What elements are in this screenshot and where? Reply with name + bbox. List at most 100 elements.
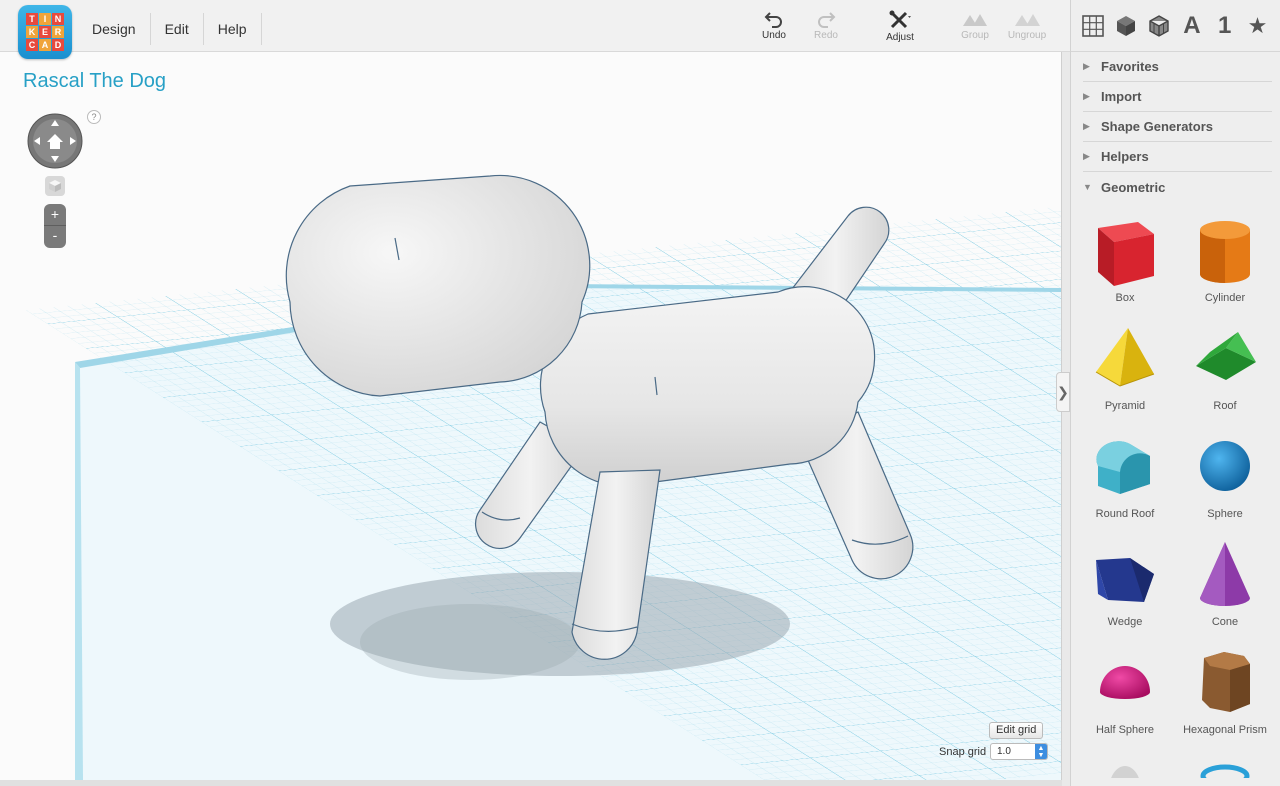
logo-letter: D bbox=[52, 39, 64, 51]
undo-icon bbox=[764, 12, 782, 28]
adjust-icon bbox=[889, 10, 911, 29]
pyramid-icon bbox=[1095, 328, 1155, 387]
menu-design[interactable]: Design bbox=[78, 13, 151, 45]
shape-pyramid[interactable]: Pyramid bbox=[1075, 316, 1175, 420]
shape-label: Hexagonal Prism bbox=[1183, 724, 1267, 736]
shape-label: Sphere bbox=[1207, 508, 1243, 520]
logo-letter: R bbox=[52, 26, 64, 38]
number-tool-icon[interactable]: 1 bbox=[1211, 12, 1239, 40]
caret-right-icon: ▶ bbox=[1083, 121, 1090, 131]
text-tool-icon[interactable]: A bbox=[1178, 12, 1206, 40]
adjust-label: Adjust bbox=[886, 32, 914, 43]
ortho-view-icon[interactable] bbox=[44, 175, 66, 197]
shape-round-roof[interactable]: Round Roof bbox=[1075, 424, 1175, 528]
shape-partial-row[interactable] bbox=[1175, 748, 1275, 778]
star-icon[interactable]: ★ bbox=[1244, 12, 1272, 40]
category-label: Helpers bbox=[1101, 149, 1149, 164]
sphere-icon bbox=[1200, 441, 1250, 491]
caret-down-icon: ▼ bbox=[1083, 182, 1092, 192]
round-roof-icon bbox=[1096, 441, 1150, 494]
hexagonal-prism-icon bbox=[1202, 652, 1250, 712]
solid-cube-icon[interactable] bbox=[1112, 12, 1140, 40]
logo-letter: I bbox=[39, 13, 51, 25]
shape-roof[interactable]: Roof bbox=[1175, 316, 1275, 420]
group-icon bbox=[963, 14, 987, 26]
zoom-control: + - bbox=[44, 204, 66, 248]
half-sphere-icon bbox=[1100, 666, 1150, 699]
design-title[interactable]: Rascal The Dog bbox=[23, 70, 166, 93]
logo-letter: C bbox=[26, 39, 38, 51]
collapse-panel-button[interactable]: ❯ bbox=[1056, 372, 1070, 412]
shape-label: Half Sphere bbox=[1095, 724, 1155, 736]
category-shape-generators[interactable]: ▶ Shape Generators bbox=[1083, 112, 1272, 142]
category-label: Import bbox=[1101, 89, 1142, 104]
wedge-icon bbox=[1096, 558, 1154, 602]
edit-grid-button[interactable]: Edit grid bbox=[989, 722, 1044, 739]
adjust-button[interactable]: Adjust bbox=[870, 10, 930, 43]
cone-icon bbox=[1200, 542, 1250, 606]
shape-library: Box Cylinder Pyramid Roof Round Roof Sph… bbox=[1071, 202, 1280, 778]
logo-letter: A bbox=[39, 39, 51, 51]
menu-help[interactable]: Help bbox=[204, 13, 262, 45]
shape-label: Box bbox=[1115, 292, 1135, 304]
shape-label: Cylinder bbox=[1204, 292, 1246, 304]
zoom-out-button[interactable]: - bbox=[44, 226, 66, 248]
shape-cone[interactable]: Cone bbox=[1175, 532, 1275, 636]
undo-button[interactable]: Undo bbox=[744, 10, 804, 41]
category-favorites[interactable]: ▶ Favorites bbox=[1083, 52, 1272, 82]
ungroup-label: Ungroup bbox=[1007, 30, 1047, 41]
snap-grid-value: 1.0 bbox=[997, 746, 1011, 757]
caret-right-icon: ▶ bbox=[1083, 151, 1090, 161]
top-toolbar: Design Edit Help Undo Redo Adjust Group … bbox=[0, 0, 1070, 52]
category-label: Shape Generators bbox=[1101, 119, 1213, 134]
category-geometric[interactable]: ▼ Geometric bbox=[1083, 172, 1272, 202]
shape-hexagonal-prism[interactable]: Hexagonal Prism bbox=[1175, 640, 1275, 744]
view-cube-nav[interactable] bbox=[26, 112, 84, 170]
category-helpers[interactable]: ▶ Helpers bbox=[1083, 142, 1272, 172]
shape-partial-row[interactable] bbox=[1075, 748, 1175, 778]
category-label: Geometric bbox=[1101, 179, 1166, 195]
shape-half-sphere[interactable]: Half Sphere bbox=[1075, 640, 1175, 744]
scene-svg bbox=[25, 159, 1061, 780]
group-label: Group bbox=[961, 30, 989, 41]
caret-right-icon: ▶ bbox=[1083, 91, 1090, 101]
shape-label: Round Roof bbox=[1095, 508, 1155, 520]
group-button[interactable]: Group bbox=[945, 10, 1005, 41]
redo-label: Redo bbox=[814, 30, 838, 41]
menu-edit[interactable]: Edit bbox=[151, 13, 204, 45]
tinkercad-logo[interactable]: T I N K E R C A D bbox=[18, 5, 72, 59]
ungroup-icon bbox=[1015, 14, 1040, 26]
shape-label: Wedge bbox=[1107, 616, 1143, 628]
main-menu: Design Edit Help bbox=[78, 13, 262, 45]
shape-box[interactable]: Box bbox=[1075, 208, 1175, 312]
snap-grid-label: Snap grid bbox=[939, 746, 987, 758]
help-button[interactable]: ? bbox=[87, 110, 101, 124]
category-label: Favorites bbox=[1101, 59, 1159, 74]
roof-icon bbox=[1196, 332, 1256, 380]
workplane-canvas[interactable]: Rascal The Dog ? + - Edit grid Snap grid… bbox=[0, 52, 1062, 780]
box-icon bbox=[1098, 222, 1154, 286]
logo-letter: N bbox=[52, 13, 64, 25]
logo-letter: K bbox=[26, 26, 38, 38]
panel-view-bar: A 1 ★ bbox=[1071, 0, 1280, 52]
snap-grid-select[interactable]: 1.0 ▲ ▼ bbox=[990, 743, 1048, 760]
category-import[interactable]: ▶ Import bbox=[1083, 82, 1272, 112]
egg-icon bbox=[1111, 766, 1139, 778]
shape-cylinder[interactable]: Cylinder bbox=[1175, 208, 1275, 312]
logo-letter: T bbox=[26, 13, 38, 25]
redo-button[interactable]: Redo bbox=[796, 10, 856, 41]
shape-wedge[interactable]: Wedge bbox=[1075, 532, 1175, 636]
shape-label: Pyramid bbox=[1104, 400, 1146, 412]
stepper-arrows-icon: ▲ ▼ bbox=[1035, 744, 1047, 759]
logo-letter: E bbox=[39, 26, 51, 38]
caret-right-icon: ▶ bbox=[1083, 61, 1090, 71]
bottom-edge bbox=[0, 780, 1062, 786]
shape-label: Cone bbox=[1211, 616, 1239, 628]
ungroup-button[interactable]: Ungroup bbox=[997, 10, 1057, 41]
zoom-in-button[interactable]: + bbox=[44, 204, 66, 226]
grid-view-icon[interactable] bbox=[1079, 12, 1107, 40]
shape-sphere[interactable]: Sphere bbox=[1175, 424, 1275, 528]
redo-icon bbox=[818, 12, 836, 28]
shape-label: Roof bbox=[1213, 400, 1237, 412]
wire-cube-icon[interactable] bbox=[1145, 12, 1173, 40]
